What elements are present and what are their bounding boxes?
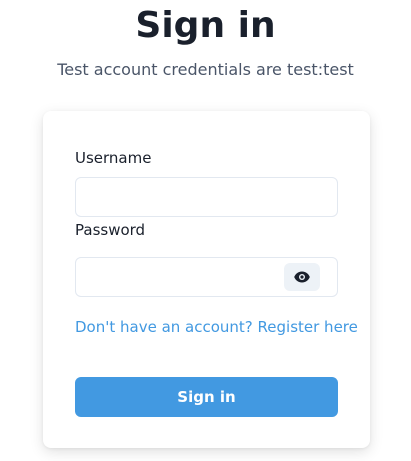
- password-label: Password: [75, 221, 146, 239]
- username-input[interactable]: [75, 177, 338, 217]
- sign-in-button[interactable]: Sign in: [75, 377, 338, 417]
- show-password-button[interactable]: [284, 263, 320, 291]
- page-title: Sign in: [135, 5, 276, 46]
- sign-in-page: Sign in Test account credentials are tes…: [0, 0, 411, 461]
- credentials-hint: Test account credentials are test:test: [57, 60, 354, 79]
- sign-in-card: Username Password Don't have an account?…: [43, 111, 370, 448]
- eye-icon: [294, 268, 310, 287]
- username-label: Username: [75, 149, 152, 167]
- register-link[interactable]: Don't have an account? Register here: [75, 317, 358, 337]
